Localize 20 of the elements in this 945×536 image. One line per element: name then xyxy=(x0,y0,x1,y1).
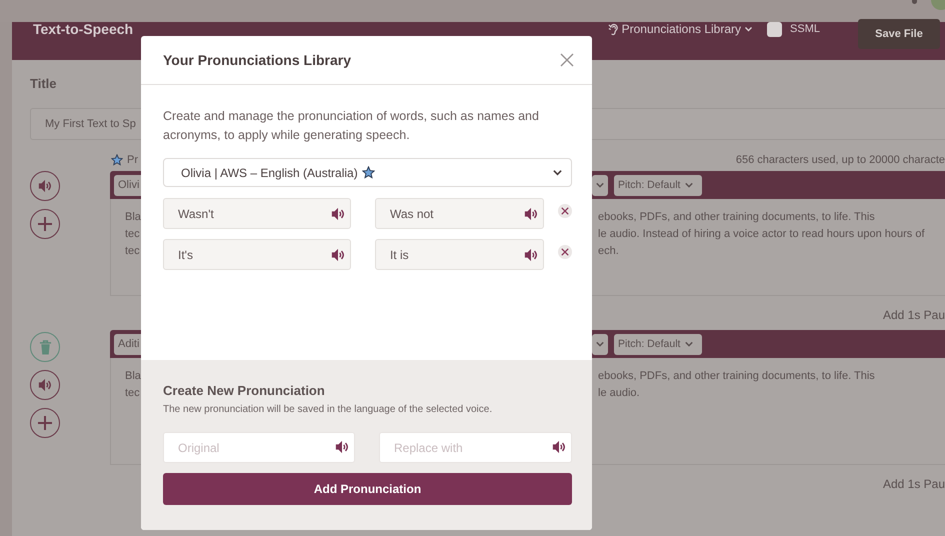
text-line: ebooks, PDFs, and other training documents, to life. This xyxy=(598,211,875,225)
dialog-description: Create and manage the pronunciation of words, such as names and acronyms, to apply while generating speech. xyxy=(163,108,540,144)
text-line: le audio. Instead of hiring a voice actor to read hours upon hours of xyxy=(598,228,925,242)
text-line: tec xyxy=(125,387,141,401)
text-line: tec xyxy=(125,245,141,259)
text-line: ech. xyxy=(598,245,619,259)
text-line: Bla xyxy=(125,211,142,225)
section-heading: Create New Pronunciation xyxy=(163,383,326,398)
text-line: Bla xyxy=(125,370,142,384)
voice-hint: Pr xyxy=(127,154,138,166)
ssml-label: SSML xyxy=(790,23,820,35)
usage-count: 656 characters used, up to 20000 characte xyxy=(736,154,945,166)
dialog-title: Your Pronunciations Library xyxy=(163,52,351,68)
title-label: Title xyxy=(30,76,58,92)
text-line: tec xyxy=(125,228,141,242)
section-note: The new pronunciation will be saved in the language of the selected voice. xyxy=(163,404,494,415)
text-line: le audio. xyxy=(598,387,640,401)
text-line: ebooks, PDFs, and other training documents, to life. This xyxy=(598,370,875,384)
app-title: Text-to-Speech xyxy=(33,21,134,37)
voice-name: Olivia | AWS – English (Australia) xyxy=(181,166,358,180)
